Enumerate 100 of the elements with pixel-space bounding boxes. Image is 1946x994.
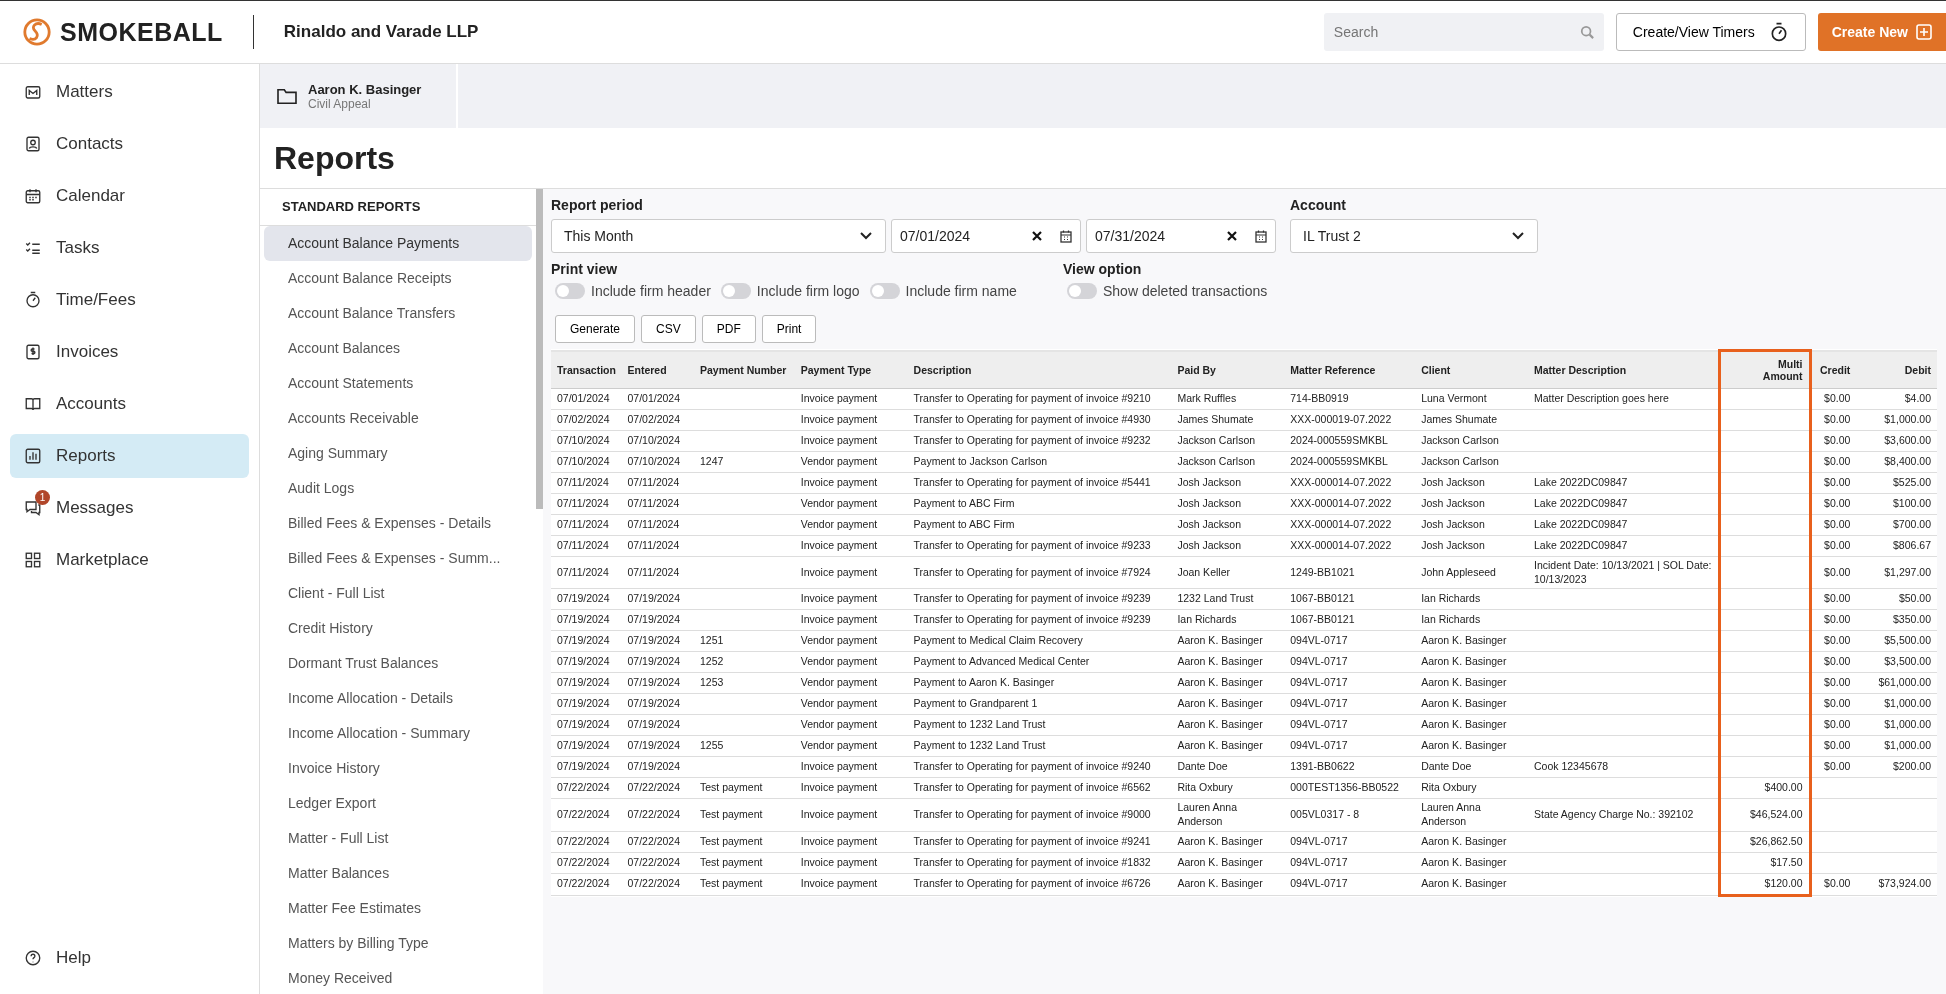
nav-item[interactable]: Contacts (10, 122, 249, 166)
nav-item[interactable]: Matters (10, 70, 249, 114)
table-cell: $0.00 (1810, 514, 1857, 536)
table-cell: 1253 (694, 672, 795, 694)
table-cell: Rita Oxbury (1415, 777, 1528, 799)
table-cell: 07/11/2024 (551, 493, 622, 515)
table-cell: 07/22/2024 (621, 873, 694, 896)
report-list-item[interactable]: Ledger Export (264, 786, 532, 821)
table-cell: 714-BB0919 (1284, 388, 1416, 410)
action-button[interactable]: CSV (641, 315, 696, 343)
search-field[interactable]: Search (1323, 13, 1604, 51)
table-cell: Payment to Medical Claim Recovery (907, 630, 1172, 652)
report-list-item[interactable]: Audit Logs (264, 471, 532, 506)
nav-icon (24, 83, 42, 101)
table-cell: Incident Date: 10/13/2021 | SOL Date: 10/13/2023 (1528, 556, 1720, 589)
table-cell: Transfer to Operating for payment of invoice #9239 (907, 588, 1172, 610)
action-button[interactable]: Generate (555, 315, 636, 343)
column-header: Transaction (551, 350, 622, 389)
clear-icon[interactable] (1032, 231, 1042, 241)
table-cell: $0.00 (1810, 535, 1857, 557)
table-cell: 2024-000559SMKBL (1284, 451, 1416, 473)
date-field[interactable]: 07/01/2024 (891, 219, 1081, 253)
table-cell: 07/19/2024 (551, 756, 622, 778)
report-list-item[interactable]: Aging Summary (264, 436, 532, 471)
table-cell: 1252 (694, 651, 795, 673)
table-cell: $8,400.00 (1856, 451, 1937, 473)
nav-item[interactable]: Tasks (10, 226, 249, 270)
toggle-switch[interactable] (720, 283, 751, 299)
nav-item[interactable]: Accounts (10, 382, 249, 426)
table-cell: 07/22/2024 (621, 777, 694, 799)
scrollbar[interactable] (536, 189, 543, 509)
table-cell: Payment to Aaron K. Basinger (907, 672, 1172, 694)
report-list-item[interactable]: Money Received (264, 961, 532, 994)
nav-item[interactable]: Invoices (10, 330, 249, 374)
table-cell: Test payment (694, 798, 795, 832)
table-cell: $1,000.00 (1856, 714, 1937, 736)
table-cell: 094VL-0717 (1284, 693, 1416, 715)
nav-item[interactable]: Time/Fees (10, 278, 249, 322)
table-cell: 1247 (694, 451, 795, 473)
create-view-timers-button[interactable]: Create/View Timers (1615, 13, 1806, 51)
nav-item[interactable]: Reports (10, 434, 249, 478)
report-list-item[interactable]: Matter - Full List (264, 821, 532, 856)
nav-item[interactable]: Calendar (10, 174, 249, 218)
table-cell: $4.00 (1856, 388, 1937, 410)
report-list-item[interactable]: Matter Fee Estimates (264, 891, 532, 926)
report-list-item[interactable]: Credit History (264, 611, 532, 646)
toggle-switch[interactable] (555, 283, 585, 299)
table-cell: 07/22/2024 (621, 798, 694, 832)
report-list-item[interactable]: Income Allocation - Details (264, 681, 532, 716)
report-list-item[interactable]: Client - Full List (264, 576, 532, 611)
table-cell: Aaron K. Basinger (1415, 714, 1528, 736)
plus-icon (1916, 24, 1932, 40)
calendar-icon[interactable] (1255, 229, 1267, 243)
calendar-icon[interactable] (1060, 229, 1072, 243)
toggle-switch[interactable] (869, 283, 900, 299)
report-list-item[interactable]: Matters by Billing Type (264, 926, 532, 961)
matter-tab[interactable]: Aaron K. Basinger Civil Appeal (260, 64, 458, 128)
table-cell: Payment to 1232 Land Trust (907, 735, 1172, 757)
table-cell: Transfer to Operating for payment of invoice #6726 (907, 873, 1172, 896)
report-list-item[interactable]: Account Balance Payments (264, 226, 532, 261)
report-period-dropdown[interactable]: This Month (551, 219, 886, 253)
report-list-item[interactable]: Account Balances (264, 331, 532, 366)
action-button[interactable]: Print (761, 315, 817, 343)
table-cell: 1391-BB0622 (1284, 756, 1416, 778)
nav-icon (24, 187, 42, 205)
report-list-item[interactable]: Billed Fees & Expenses - Details (264, 506, 532, 541)
help-icon (24, 949, 42, 967)
table-cell: Invoice payment (794, 472, 908, 494)
table-cell: 07/22/2024 (551, 798, 622, 832)
report-list-item[interactable]: Account Balance Receipts (264, 261, 532, 296)
clear-icon[interactable] (1227, 231, 1237, 241)
table-cell: Transfer to Operating for payment of invoice #9239 (907, 609, 1172, 631)
report-list-item[interactable]: Account Statements (264, 366, 532, 401)
report-list-item[interactable]: Accounts Receivable (264, 401, 532, 436)
table-cell: 07/11/2024 (551, 472, 622, 494)
report-list-item[interactable]: Matter Balances (264, 856, 532, 891)
nav-item[interactable]: Marketplace (10, 538, 249, 582)
report-list-item[interactable]: Dormant Trust Balances (264, 646, 532, 681)
action-button[interactable]: PDF (701, 315, 756, 343)
date-field[interactable]: 07/31/2024 (1086, 219, 1276, 253)
account-dropdown[interactable]: IL Trust 2 (1290, 219, 1538, 253)
table-cell: 094VL-0717 (1284, 630, 1416, 652)
report-list-item[interactable]: Income Allocation - Summary (264, 716, 532, 751)
table-cell: Invoice payment (794, 798, 908, 832)
table-cell: 07/22/2024 (621, 831, 694, 853)
table-cell: $350.00 (1856, 609, 1937, 631)
report-list-item[interactable]: Invoice History (264, 751, 532, 786)
help-link[interactable]: Help (10, 936, 249, 980)
table-cell: Aaron K. Basinger (1171, 651, 1285, 673)
table-cell: $0.00 (1810, 714, 1857, 736)
toggle-label: Show deleted transactions (1103, 283, 1268, 299)
toggle-switch[interactable] (1067, 283, 1097, 299)
table-cell: Lake 2022DC09847 (1528, 493, 1720, 515)
report-list-item[interactable]: Billed Fees & Expenses - Summ... (264, 541, 532, 576)
nav-item[interactable]: 1 Messages (10, 486, 249, 530)
table-cell: James Shumate (1171, 409, 1285, 431)
table-cell: $0.00 (1810, 388, 1857, 410)
matter-name: Aaron K. Basinger (308, 81, 422, 97)
field-label: Print view (551, 261, 619, 277)
report-list-item[interactable]: Account Balance Transfers (264, 296, 532, 331)
